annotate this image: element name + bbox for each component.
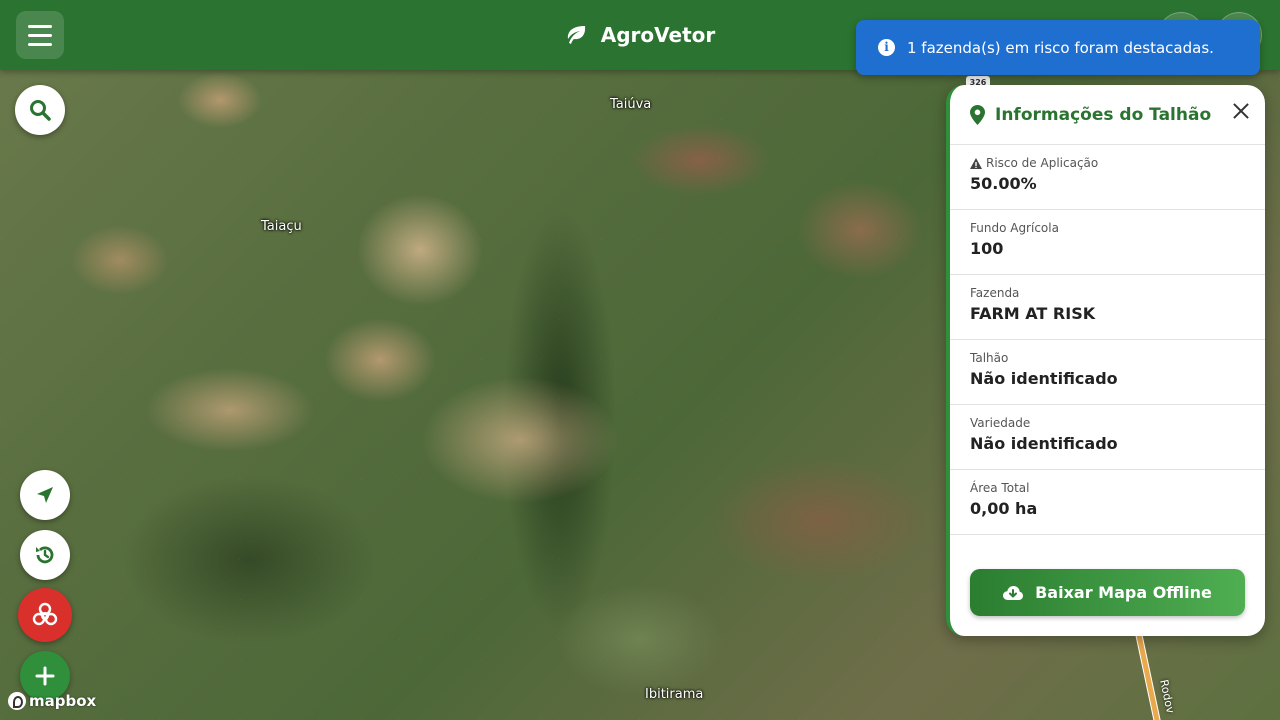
locate-button[interactable]	[20, 470, 70, 520]
field-value: 50.00%	[970, 174, 1037, 193]
download-label: Baixar Mapa Offline	[1035, 583, 1212, 602]
field-variedade: Variedade Não identificado	[950, 405, 1265, 470]
warning-icon	[970, 157, 982, 169]
field-label: Área Total	[970, 481, 1030, 495]
field-label: Fazenda	[970, 286, 1020, 300]
map-label-taiacu: Taiaçu	[261, 219, 302, 234]
history-button[interactable]	[20, 530, 70, 580]
field-fazenda: Fazenda FARM AT RISK	[950, 275, 1265, 340]
map-label-taiuva: Taiúva	[610, 97, 652, 112]
close-icon[interactable]	[1229, 99, 1253, 123]
field-value: Não identificado	[970, 434, 1118, 453]
plot-info-panel: Informações do Talhão Risco de Aplicação…	[946, 85, 1265, 636]
download-offline-map-button[interactable]: Baixar Mapa Offline	[970, 569, 1245, 616]
menu-button[interactable]	[16, 11, 64, 59]
field-value: Não identificado	[970, 369, 1118, 388]
field-label: Talhão	[970, 351, 1009, 365]
risk-toast: i 1 fazenda(s) em risco foram destacadas…	[856, 20, 1260, 75]
panel-title: Informações do Talhão	[995, 104, 1212, 125]
mapbox-label: mapbox	[29, 692, 97, 710]
biohazard-icon	[32, 602, 58, 626]
brand: AgroVetor	[565, 23, 716, 47]
leaf-icon	[567, 26, 585, 44]
info-icon: i	[878, 39, 895, 56]
toast-message: 1 fazenda(s) em risco foram destacadas.	[907, 38, 1214, 57]
field-label: Risco de Aplicação	[986, 156, 1099, 170]
field-value: 100	[970, 239, 1004, 258]
field-risk: Risco de Aplicação 50.00%	[950, 145, 1265, 210]
map-label-ibitirama: Ibitirama	[645, 687, 704, 702]
mapbox-icon	[8, 692, 26, 710]
field-value: FARM AT RISK	[970, 304, 1096, 323]
field-value: 0,00 ha	[970, 499, 1038, 518]
field-talhao: Talhão Não identificado	[950, 340, 1265, 405]
search-icon	[30, 100, 51, 121]
search-button[interactable]	[15, 85, 65, 135]
hamburger-icon	[28, 24, 52, 28]
history-icon	[36, 546, 54, 564]
panel-header: Informações do Talhão	[950, 85, 1265, 145]
cloud-download-icon	[1003, 585, 1024, 600]
app-title: AgroVetor	[600, 23, 716, 47]
mapbox-logo[interactable]: mapbox	[8, 692, 96, 710]
field-label: Variedade	[970, 416, 1031, 430]
risk-layer-button[interactable]	[18, 588, 72, 642]
field-area: Área Total 0,00 ha	[950, 470, 1265, 535]
location-arrow-icon	[37, 487, 53, 503]
plus-icon	[35, 666, 55, 686]
map-pin-icon	[970, 104, 985, 125]
field-label: Fundo Agrícola	[970, 221, 1059, 235]
field-fundo: Fundo Agrícola 100	[950, 210, 1265, 275]
